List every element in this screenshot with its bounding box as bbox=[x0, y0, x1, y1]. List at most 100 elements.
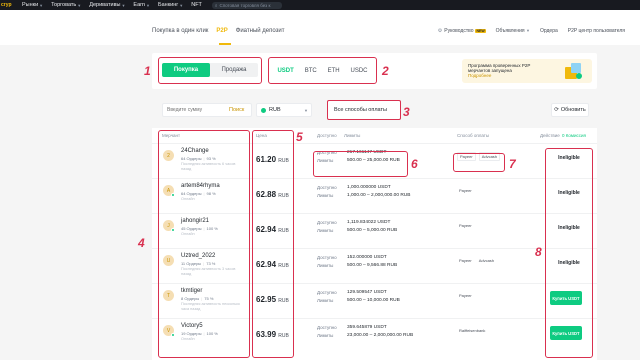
limits-value: 500.00 – 9,566.88 RUB bbox=[347, 263, 398, 268]
annotation-number-1: 1 bbox=[144, 64, 151, 78]
chevron-down-icon: ▼ bbox=[121, 2, 126, 8]
limits-label: Лимиты bbox=[317, 333, 334, 338]
payment-tags: Payeer Advcash bbox=[457, 257, 496, 264]
available-label: Доступно bbox=[317, 290, 337, 295]
available-label: Доступно bbox=[317, 255, 337, 260]
nav-earn-label: Earn bbox=[133, 2, 146, 8]
limits-label: Лимиты bbox=[317, 298, 334, 303]
nav-derivatives[interactable]: Деривативы ▼ bbox=[89, 2, 125, 8]
refresh-button[interactable]: ⟳ Обновить bbox=[551, 103, 589, 117]
available-value: 1,119.834022 USDT bbox=[347, 220, 391, 225]
limits-label: Лимиты bbox=[317, 263, 334, 268]
available-value: 152.000000 USDT bbox=[347, 255, 387, 260]
global-search-placeholder: Спотовая торговля без к bbox=[219, 2, 271, 8]
tab-p2p[interactable]: P2P bbox=[216, 28, 227, 34]
orders-link[interactable]: Ордера bbox=[540, 28, 558, 34]
nav-trade[interactable]: Торговать ▼ bbox=[51, 2, 81, 8]
new-badge: NEW bbox=[475, 29, 486, 33]
user-center-link[interactable]: P2P центр пользователя bbox=[568, 28, 625, 34]
search-icon: ⌕ bbox=[214, 2, 218, 8]
sub-nav: Покупка в один клик P2P Фиатный депозит … bbox=[0, 10, 640, 45]
col-available: Доступно bbox=[317, 133, 337, 138]
annotation-box-prices bbox=[252, 130, 294, 358]
annotation-number-7: 7 bbox=[509, 157, 516, 171]
limits-label: Лимиты bbox=[317, 228, 334, 233]
col-payment: Способ оплаты bbox=[457, 133, 490, 138]
sub-nav-links: ⚙ Руководство NEW Объявления ▼ Ордера P2… bbox=[438, 28, 625, 34]
tab-one-click-buy[interactable]: Покупка в один клик bbox=[152, 28, 208, 34]
payment-tags: Payeer bbox=[457, 187, 474, 194]
buy-sell-toggle: Покупка Продажа bbox=[162, 63, 258, 77]
refresh-label: Обновить bbox=[560, 107, 586, 113]
chevron-down-icon: ▼ bbox=[525, 28, 530, 33]
ruble-flag-icon bbox=[261, 107, 266, 113]
available-value: 359.645879 USDT bbox=[347, 325, 387, 330]
nav-derivatives-label: Деривативы bbox=[89, 2, 121, 8]
nav-banking-label: Банкинг bbox=[158, 2, 179, 8]
fiat-currency-value: RUB bbox=[269, 107, 281, 113]
buy-tab[interactable]: Покупка bbox=[162, 63, 210, 77]
active-tab-indicator bbox=[219, 43, 231, 45]
payment-method-value: Все способы оплаты bbox=[334, 107, 387, 113]
annotation-box-actions bbox=[545, 148, 593, 358]
chevron-down-icon: ▼ bbox=[304, 107, 308, 113]
payment-tag: Raiffeisenbank bbox=[459, 328, 486, 333]
top-nav: cryp Рынки ▼ Торговать ▼ Деривативы ▼ Earn ▼… bbox=[0, 0, 640, 10]
promo-more-link[interactable]: Подробнее bbox=[468, 73, 491, 78]
payment-tags: Payeer bbox=[457, 292, 474, 299]
global-search[interactable]: ⌕ Спотовая торговля без к bbox=[211, 1, 282, 9]
limits-label: Лимиты bbox=[317, 193, 334, 198]
merchant-promo-banner[interactable]: Программа проверенных P2P мерчантов запу… bbox=[462, 59, 592, 83]
asset-tab-btc[interactable]: BTC bbox=[305, 68, 317, 74]
available-value: 1,000.000000 USDT bbox=[347, 185, 391, 190]
nav-markets-label: Рынки bbox=[22, 2, 39, 8]
available-label: Доступно bbox=[317, 325, 337, 330]
payment-method-select[interactable]: Все способы оплаты bbox=[327, 100, 401, 120]
col-limits: Лимиты bbox=[344, 133, 361, 138]
chevron-down-icon: ▼ bbox=[39, 2, 44, 8]
filter-row: Поиск RUB ▼ Все способы оплаты ⟳ Обновит… bbox=[152, 96, 597, 126]
annotation-number-8: 8 bbox=[535, 245, 542, 259]
chevron-down-icon: ▼ bbox=[179, 2, 184, 8]
asset-tab-usdc[interactable]: USDC bbox=[351, 68, 368, 74]
tab-fiat-deposit[interactable]: Фиатный депозит bbox=[236, 28, 285, 34]
chevron-down-icon: ▼ bbox=[77, 2, 82, 8]
guide-link[interactable]: ⚙ Руководство NEW bbox=[438, 28, 486, 34]
payment-tag: Payeer bbox=[459, 293, 472, 298]
annotation-number-2: 2 bbox=[382, 64, 389, 78]
limits-value: 1,000.00 – 2,000,000.00 RUB bbox=[347, 193, 411, 198]
p2p-mode-tabs: Покупка в один клик P2P Фиатный депозит bbox=[152, 28, 284, 34]
available-label: Доступно bbox=[317, 220, 337, 225]
col-action: Действие bbox=[540, 133, 560, 138]
annotation-box-advertisers bbox=[158, 130, 250, 358]
payment-tag: Advcash bbox=[478, 258, 495, 263]
payment-tag: Payeer bbox=[459, 188, 472, 193]
limits-value: 23,000.00 – 2,000,000.00 RUB bbox=[347, 333, 414, 338]
nav-markets[interactable]: Рынки ▼ bbox=[22, 2, 43, 8]
asset-tab-eth[interactable]: ETH bbox=[328, 68, 340, 74]
chevron-down-icon: ▼ bbox=[146, 2, 151, 8]
zero-fee-badge: 0 Комиссия bbox=[562, 133, 586, 138]
asset-selector: USDT BTC ETH USDC bbox=[268, 57, 377, 84]
nav-earn[interactable]: Earn ▼ bbox=[133, 2, 150, 8]
payment-tags: Payeer bbox=[457, 222, 474, 229]
guide-label: Руководство bbox=[444, 28, 474, 34]
nav-nft[interactable]: NFT bbox=[191, 2, 202, 8]
nav-trade-label: Торговать bbox=[51, 2, 77, 8]
payment-tag: Payeer bbox=[459, 223, 472, 228]
ads-link[interactable]: Объявления ▼ bbox=[496, 28, 530, 34]
limits-value: 500.00 – 10,000.00 RUB bbox=[347, 298, 400, 303]
brand-logo[interactable]: cryp bbox=[0, 0, 14, 10]
fiat-currency-select[interactable]: RUB ▼ bbox=[256, 103, 312, 117]
nav-nft-label: NFT bbox=[191, 2, 202, 8]
nav-banking[interactable]: Банкинг ▼ bbox=[158, 2, 183, 8]
limits-value: 500.00 – 5,000.00 RUB bbox=[347, 228, 398, 233]
settings-icon: ⚙ bbox=[437, 28, 443, 34]
refresh-icon: ⟳ bbox=[554, 107, 559, 113]
amount-search-button[interactable]: Поиск bbox=[229, 107, 244, 113]
annotation-number-6: 6 bbox=[411, 157, 418, 171]
sell-tab[interactable]: Продажа bbox=[210, 63, 258, 77]
ads-label: Объявления bbox=[495, 28, 525, 34]
asset-tab-usdt[interactable]: USDT bbox=[277, 68, 293, 74]
annotation-number-5: 5 bbox=[296, 130, 303, 144]
